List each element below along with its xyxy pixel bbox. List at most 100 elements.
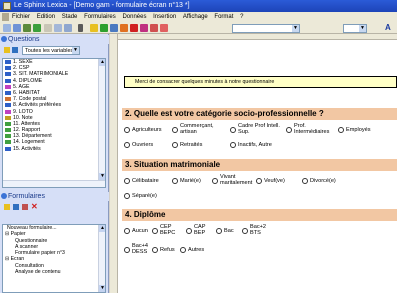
closed-question-icon — [5, 72, 11, 77]
zoom-icon[interactable] — [64, 24, 72, 32]
chevron-down-icon: ▼ — [292, 25, 299, 32]
menu-help[interactable]: ? — [240, 12, 243, 22]
delete-icon[interactable]: ✕ — [31, 203, 38, 211]
table-icon[interactable] — [110, 24, 118, 32]
menu-edition[interactable]: Edition — [37, 12, 55, 22]
size-select[interactable]: ▼ — [343, 24, 367, 33]
font-select[interactable]: ▼ — [232, 24, 300, 33]
questions-panel-header[interactable]: Questions — [0, 35, 109, 44]
variables-filter-select[interactable]: Toutes les variables ▼ — [22, 46, 80, 55]
style-icon[interactable] — [140, 24, 148, 32]
preview-icon[interactable] — [54, 24, 62, 32]
radio-button[interactable] — [338, 127, 344, 133]
chevron-down-icon[interactable]: ▼ — [99, 285, 105, 292]
data-icon[interactable] — [33, 24, 41, 32]
q4-title[interactable]: 4. Diplôme — [122, 209, 397, 221]
radio-button[interactable] — [286, 127, 292, 133]
radio-button[interactable] — [180, 247, 186, 253]
folder-icon[interactable] — [4, 204, 10, 210]
text-question-icon — [5, 97, 11, 102]
radio-button[interactable] — [172, 142, 178, 148]
questions-list: 1. SEXE 2. CSP 3. SIT. MATRIMONIALE 4. D… — [2, 58, 106, 188]
print-icon[interactable] — [44, 24, 52, 32]
form-editor: Merci de consacrer quelques minutes à no… — [110, 34, 397, 293]
tools-icon[interactable] — [160, 24, 168, 32]
app-window: Le Sphinx Lexica - [Demo gam - formulair… — [0, 0, 397, 293]
chevron-down-icon: ▼ — [359, 25, 366, 32]
radio-button[interactable] — [172, 178, 178, 184]
questions-hscrollbar[interactable] — [3, 180, 105, 187]
forms-list: Nouveau formulaire... ⊟ Papier Questionn… — [2, 224, 106, 293]
forms-scrollbar[interactable]: ▲ ▼ — [98, 225, 105, 292]
edit-icon[interactable] — [13, 204, 19, 210]
menu-format[interactable]: Format — [214, 12, 233, 22]
open-question-icon — [5, 121, 11, 126]
radio-button[interactable] — [230, 142, 236, 148]
folder-icon[interactable] — [4, 47, 10, 53]
new-icon[interactable] — [3, 24, 11, 32]
radio-button[interactable] — [152, 247, 158, 253]
toolbar: ▼ ▼ A — [0, 22, 397, 34]
radio-button[interactable] — [256, 178, 262, 184]
menu-app-icon[interactable] — [2, 13, 9, 21]
horizontal-ruler — [118, 34, 397, 40]
closed-question-icon — [5, 78, 11, 83]
radio-button[interactable] — [302, 178, 308, 184]
closed-question-icon — [5, 66, 11, 71]
q3-title[interactable]: 3. Situation matrimoniale — [122, 159, 397, 171]
radio-button[interactable] — [216, 228, 222, 234]
questions-toolbar: Toutes les variables ▼ — [2, 45, 107, 57]
menu-donnees[interactable]: Données — [122, 12, 146, 22]
radio-button[interactable] — [230, 127, 236, 133]
pointer-icon[interactable] — [78, 24, 83, 32]
open-question-icon — [5, 140, 11, 145]
window-title: Le Sphinx Lexica - [Demo gam - formulair… — [14, 2, 190, 9]
properties-icon[interactable] — [22, 204, 28, 210]
radio-button[interactable] — [124, 178, 130, 184]
numeric-question-icon — [5, 84, 11, 89]
radio-button[interactable] — [124, 127, 130, 133]
font-color-icon[interactable]: A — [385, 23, 391, 32]
left-panel: Questions Toutes les variables ▼ 1. SEXE… — [0, 34, 109, 293]
radio-button[interactable] — [124, 247, 130, 253]
forms-toolbar: ✕ — [2, 202, 107, 214]
list-item[interactable]: 15. Activités — [3, 146, 105, 152]
filter-icon[interactable] — [12, 47, 18, 53]
forms-panel-header[interactable]: Formulaires — [0, 192, 109, 201]
chevron-up-icon[interactable]: ▲ — [99, 225, 105, 232]
menu-formulaires[interactable]: Formulaires — [84, 12, 116, 22]
save-icon[interactable] — [13, 24, 21, 32]
radio-button[interactable] — [212, 178, 218, 184]
radio-button[interactable] — [172, 127, 178, 133]
intro-text-box[interactable]: Merci de consacrer quelques minutes à no… — [124, 76, 397, 88]
radio-button[interactable] — [186, 228, 192, 234]
menu-stade[interactable]: Stade — [62, 12, 78, 22]
import-icon[interactable] — [23, 24, 31, 32]
vertical-ruler — [110, 34, 118, 293]
open-question-icon — [5, 134, 11, 139]
title-bar: Le Sphinx Lexica - [Demo gam - formulair… — [0, 0, 397, 12]
radio-button[interactable] — [124, 228, 130, 234]
radio-button[interactable] — [124, 142, 130, 148]
format-icon[interactable] — [150, 24, 158, 32]
closed-question-icon — [5, 146, 11, 151]
delete-icon[interactable] — [130, 24, 138, 32]
list-item[interactable]: Analyse de contenu — [3, 269, 105, 275]
numeric-question-icon — [5, 109, 11, 114]
radio-button[interactable] — [124, 193, 130, 199]
chevron-down-icon[interactable]: ▼ — [99, 173, 105, 180]
radio-button[interactable] — [152, 228, 158, 234]
menu-bar: Fichier Edition Stade Formulaires Donnée… — [0, 12, 397, 22]
recode-icon[interactable] — [100, 24, 108, 32]
menu-affichage[interactable]: Affichage — [183, 12, 208, 22]
menu-insertion[interactable]: Insertion — [153, 12, 176, 22]
app-icon — [3, 2, 11, 10]
menu-fichier[interactable]: Fichier — [12, 12, 30, 22]
radio-button[interactable] — [242, 228, 248, 234]
questions-scrollbar[interactable]: ▲ ▼ — [98, 59, 105, 187]
tool-icon[interactable] — [90, 24, 98, 32]
chart-icon[interactable] — [120, 24, 128, 32]
chevron-up-icon[interactable]: ▲ — [99, 59, 105, 66]
open-question-icon — [5, 128, 11, 133]
q2-title[interactable]: 2. Quelle est votre catégorie socio-prof… — [122, 108, 397, 120]
